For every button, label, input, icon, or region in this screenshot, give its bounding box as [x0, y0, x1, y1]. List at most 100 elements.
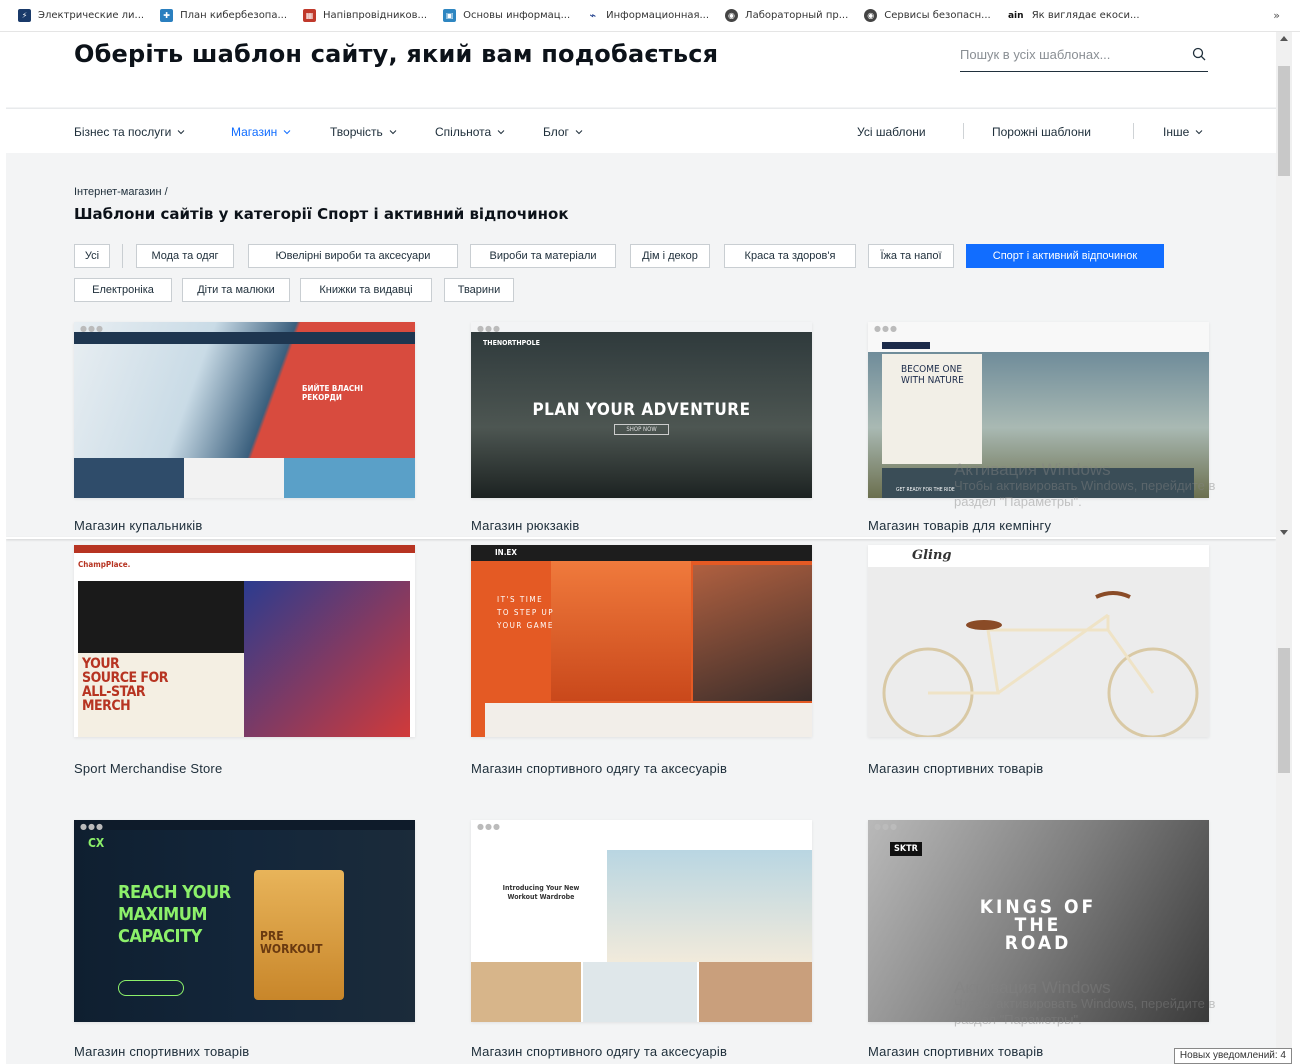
template-name[interactable]: Магазин спортивних товарів — [868, 1044, 1209, 1059]
chip-crafts[interactable]: Вироби та матеріали — [470, 244, 616, 268]
thumb-block — [583, 962, 697, 1022]
thumb-headline: REACH YOUR MAXIMUM CAPACITY — [118, 882, 231, 947]
scroll-down-arrow-icon[interactable] — [1280, 530, 1288, 535]
nav-community[interactable]: Спільнота — [435, 125, 505, 139]
breadcrumb[interactable]: Інтернет-магазин / — [74, 186, 168, 198]
thumb-headline: PLAN YOUR ADVENTURE — [532, 400, 751, 420]
search-box[interactable] — [960, 40, 1208, 72]
chip-sports[interactable]: Спорт і активний відпочинок — [966, 244, 1164, 268]
ain-logo-icon: ain — [1006, 9, 1025, 22]
thumb-header-bar — [74, 332, 415, 344]
thumb-model-block — [551, 561, 691, 701]
globe-icon: ◉ — [864, 9, 878, 22]
template-card[interactable]: ●●● Introducing Your New Workout Wardrob… — [471, 820, 812, 1059]
thumb-logo — [882, 342, 930, 349]
template-thumbnail[interactable]: IN.EX IT'S TIME TO STEP UP YOUR GAME — [471, 545, 812, 737]
thumb-block — [699, 962, 812, 1022]
chip-divider — [122, 244, 123, 268]
nav-blank-templates[interactable]: Порожні шаблони — [992, 125, 1091, 139]
template-name[interactable]: Магазин рюкзаків — [471, 518, 812, 533]
nav-blog[interactable]: Блог — [543, 125, 583, 139]
bookmark-item[interactable]: ⌁ Информационная... — [586, 9, 709, 22]
template-card[interactable]: IN.EX IT'S TIME TO STEP UP YOUR GAME Маг… — [471, 545, 812, 776]
thumb-brand: CX — [88, 836, 105, 850]
search-icon[interactable] — [1192, 47, 1206, 61]
bookmark-icon: ✚ — [160, 9, 174, 22]
chip-food[interactable]: Їжа та напої — [868, 244, 954, 268]
chip-kids[interactable]: Діти та малюки — [182, 278, 290, 302]
windows-activation-watermark: Активация Windows Чтобы активировать Win… — [954, 460, 1216, 509]
template-card[interactable]: ChampPlace. YOUR SOURCE FOR ALL-STAR MER… — [74, 545, 415, 776]
thumb-headline: IT'S TIME TO STEP UP YOUR GAME — [497, 595, 555, 630]
thumb-beach-photo — [607, 850, 812, 962]
window-dots-icon: ●●● — [874, 324, 898, 333]
template-name[interactable]: Sport Merchandise Store — [74, 761, 415, 776]
template-name[interactable]: Магазин спортивного одягу та аксесуарів — [471, 1044, 812, 1059]
page-viewport: Оберіть шаблон сайту, який вам подобаєть… — [6, 32, 1276, 1064]
header: Оберіть шаблон сайту, який вам подобаєть… — [6, 32, 1276, 107]
template-name[interactable]: Магазин спортивного одягу та аксесуарів — [471, 761, 812, 776]
scroll-up-arrow-icon[interactable] — [1280, 36, 1288, 41]
chip-pets[interactable]: Тварини — [444, 278, 514, 302]
template-thumbnail[interactable]: Gling — [868, 545, 1209, 737]
screenshot-seam — [6, 537, 1276, 539]
chip-electronics[interactable]: Електроніка — [74, 278, 172, 302]
template-card[interactable]: Gling Магазин спортивних товарів — [868, 545, 1209, 776]
chevron-down-icon — [1195, 130, 1203, 135]
template-name[interactable]: Магазин спортивних товарів — [868, 761, 1209, 776]
search-input[interactable] — [960, 40, 1180, 68]
template-name[interactable]: Магазин спортивних товарів — [74, 1044, 415, 1059]
chip-beauty[interactable]: Краса та здоров'я — [724, 244, 856, 268]
template-thumbnail[interactable]: ●●● БИЙТЕ ВЛАСНІ РЕКОРДИ — [74, 322, 415, 498]
bookmark-item[interactable]: ◉ Лабораторный пр... — [725, 9, 848, 22]
template-thumbnail[interactable]: ●●● Introducing Your New Workout Wardrob… — [471, 820, 812, 1022]
template-card[interactable]: ●●● THENORTHPOLE PLAN YOUR ADVENTURE SHO… — [471, 322, 812, 533]
bicycle-illustration — [882, 591, 1199, 737]
thumb-brand: Gling — [912, 548, 952, 563]
chip-home-decor[interactable]: Дім і декор — [630, 244, 710, 268]
thumb-block — [184, 458, 284, 498]
nav-store[interactable]: Магазин — [231, 125, 291, 139]
window-dots-icon: ●●● — [477, 324, 501, 333]
chevron-down-icon — [177, 130, 185, 135]
nav-creative[interactable]: Творчість — [330, 125, 397, 139]
bookmark-item[interactable]: ▣ Основы информац... — [443, 9, 570, 22]
nav-business[interactable]: Бізнес та послуги — [74, 125, 185, 139]
scrollbar[interactable] — [1276, 32, 1292, 1064]
template-card[interactable]: ●●● CX REACH YOUR MAXIMUM CAPACITY PRE W… — [74, 820, 415, 1059]
bookmark-item[interactable]: ▦ Напівпровідников... — [303, 9, 427, 22]
nav-other[interactable]: Інше — [1163, 125, 1203, 139]
bookmarks-bar: ⚡ Электрические ли... ✚ План кибербезопа..… — [0, 0, 1300, 32]
bookmark-item[interactable]: ✚ План кибербезопа... — [160, 9, 287, 22]
thumb-block — [693, 565, 812, 701]
template-thumbnail[interactable]: ●●● CX REACH YOUR MAXIMUM CAPACITY PRE W… — [74, 820, 415, 1022]
thumb-brand: THENORTHPOLE — [483, 339, 540, 347]
thumb-block — [471, 962, 581, 1022]
thumb-ball-block — [78, 581, 244, 653]
windows-activation-watermark: Активация Windows Чтобы активировать Win… — [954, 978, 1216, 1027]
bookmark-icon: ▦ — [303, 9, 317, 22]
scrollbar-thumb[interactable] — [1278, 648, 1290, 773]
bookmarks-more-button[interactable]: » — [1273, 9, 1280, 22]
chevron-down-icon — [497, 130, 505, 135]
window-dots-icon: ●●● — [477, 822, 501, 831]
notification-badge[interactable]: Новых уведомлений: 4 — [1173, 1048, 1292, 1064]
template-thumbnail[interactable]: ●●● THENORTHPOLE PLAN YOUR ADVENTURE SHO… — [471, 322, 812, 498]
bookmark-item[interactable]: ◉ Сервисы безопасн... — [864, 9, 991, 22]
template-thumbnail[interactable]: ChampPlace. YOUR SOURCE FOR ALL-STAR MER… — [74, 545, 415, 737]
template-card[interactable]: ●●● БИЙТЕ ВЛАСНІ РЕКОРДИ Магазин купальн… — [74, 322, 415, 533]
bookmark-item[interactable]: ⚡ Электрические ли... — [18, 9, 144, 22]
thumb-block — [74, 458, 184, 498]
template-name[interactable]: Магазин товарів для кемпінгу — [868, 518, 1209, 533]
chip-jewelry[interactable]: Ювелірні вироби та аксесуари — [248, 244, 458, 268]
thumb-block — [485, 703, 812, 737]
chip-fashion[interactable]: Мода та одяг — [136, 244, 234, 268]
nav-all-templates[interactable]: Усі шаблони — [857, 125, 926, 139]
chip-all[interactable]: Усі — [74, 244, 110, 268]
bookmark-icon: ▣ — [443, 9, 457, 22]
page-title: Оберіть шаблон сайту, який вам подобаєть… — [74, 40, 719, 68]
scrollbar-thumb[interactable] — [1278, 66, 1290, 176]
template-name[interactable]: Магазин купальників — [74, 518, 415, 533]
bookmark-item[interactable]: ain Як виглядає екоси... — [1006, 9, 1140, 22]
chip-books[interactable]: Книжки та видавці — [300, 278, 432, 302]
